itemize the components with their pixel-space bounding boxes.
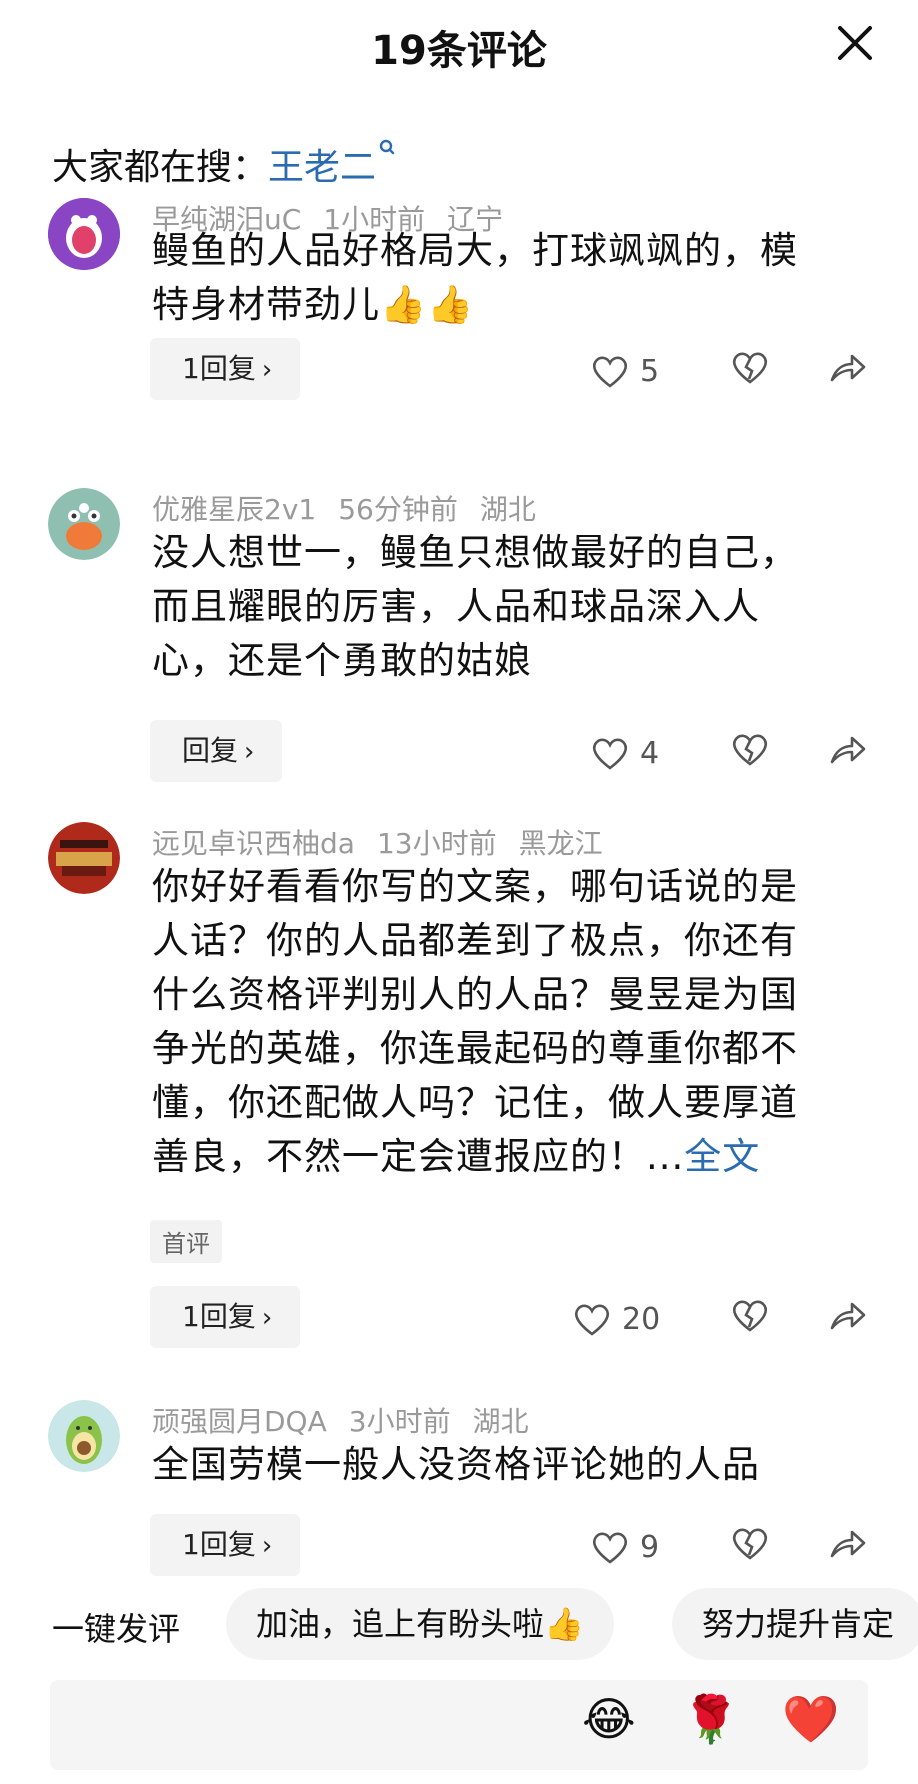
like-count: 20 — [622, 1301, 661, 1337]
comment-time: 56分钟前 — [338, 493, 458, 526]
share-icon[interactable] — [828, 732, 868, 772]
avatar[interactable] — [48, 822, 120, 894]
quick-comment-chip[interactable]: 加油，追上有盼头啦👍 — [226, 1588, 614, 1660]
search-suggestion: 大家都在搜：王老二 — [52, 138, 396, 190]
avatar[interactable] — [48, 1400, 120, 1472]
share-icon[interactable] — [828, 1298, 868, 1338]
search-label: 大家都在搜： — [52, 147, 269, 188]
comment-meta: 优雅星辰2v1 56分钟前 湖北 — [152, 488, 558, 528]
comment-username[interactable]: 优雅星辰2v1 — [152, 493, 316, 526]
reply-button[interactable]: 1回复 › — [150, 1514, 301, 1576]
like-button[interactable]: 9 — [590, 1522, 659, 1572]
broken-heart-icon[interactable] — [730, 1296, 770, 1338]
like-count: 9 — [640, 1529, 660, 1565]
comment-text: 你好好看看你写的文案，哪句话说的是 人话？你的人品都差到了极点，你还有 什么资格… — [152, 865, 798, 1178]
share-icon[interactable] — [828, 1526, 868, 1566]
comments-title: 19条评论 — [371, 28, 547, 74]
like-count: 5 — [640, 353, 660, 389]
reply-button[interactable]: 1回复 › — [150, 338, 301, 400]
comment-input-bar: 😂 🌹 ❤️ — [50, 1680, 868, 1770]
comment-time: 13小时前 — [376, 827, 497, 860]
heart-icon — [592, 738, 628, 770]
broken-heart-icon[interactable] — [730, 730, 770, 772]
broken-heart-icon[interactable] — [730, 348, 770, 390]
rose-emoji-icon[interactable]: 🌹 — [682, 1692, 739, 1747]
comment-input[interactable] — [76, 1704, 500, 1748]
chevron-right-icon: › — [244, 737, 255, 767]
heart-emoji-icon[interactable]: ❤️ — [782, 1692, 839, 1747]
reply-button[interactable]: 回复 › — [150, 720, 283, 782]
comment-location: 湖北 — [472, 1405, 529, 1438]
share-icon[interactable] — [828, 350, 868, 390]
quick-comment-row: 一键发评 加油，追上有盼头啦👍 努力提升肯定 — [0, 1588, 918, 1660]
comment-meta: 远见卓识西柚da 13小时前 黑龙江 — [152, 822, 625, 862]
first-comment-badge: 首评 — [150, 1220, 222, 1263]
search-icon — [379, 139, 395, 155]
broken-heart-icon[interactable] — [730, 1524, 770, 1566]
reply-button[interactable]: 1回复 › — [150, 1286, 301, 1348]
expand-full-text-link[interactable]: 全文 — [684, 1135, 760, 1178]
quick-comment-label: 一键发评 — [52, 1610, 181, 1648]
chevron-right-icon: › — [261, 1303, 273, 1333]
search-keyword-link[interactable]: 王老二 — [268, 139, 396, 188]
chevron-right-icon: › — [261, 355, 273, 385]
avatar[interactable] — [48, 198, 120, 270]
comment-time: 3小时前 — [348, 1405, 451, 1438]
like-count: 4 — [640, 735, 660, 771]
comment-location: 黑龙江 — [518, 827, 603, 860]
like-button[interactable]: 5 — [590, 346, 659, 396]
like-button[interactable]: 4 — [590, 728, 659, 778]
heart-icon — [574, 1304, 610, 1336]
comment-username[interactable]: 顽强圆月DQA — [152, 1405, 327, 1438]
comment-text: 没人想世一，鳗鱼只想做最好的自己， 而且耀眼的厉害，人品和球品深入人 心，还是个… — [152, 531, 798, 682]
avatar[interactable] — [48, 488, 120, 560]
comment-username[interactable]: 远见卓识西柚da — [152, 827, 355, 860]
heart-icon — [592, 356, 628, 388]
like-button[interactable]: 20 — [572, 1294, 660, 1344]
comment-meta: 顽强圆月DQA 3小时前 湖北 — [152, 1400, 551, 1440]
comment-text: 鳗鱼的人品好格局大，打球飒飒的，模 特身材带劲儿👍👍 — [152, 229, 798, 326]
comment-location: 湖北 — [479, 493, 536, 526]
heart-icon — [592, 1532, 628, 1564]
comments-header: 19条评论 — [0, 0, 918, 90]
quick-comment-chip[interactable]: 努力提升肯定 — [672, 1588, 918, 1660]
close-icon[interactable] — [832, 20, 878, 66]
laughing-emoji-icon[interactable]: 😂 — [582, 1692, 636, 1746]
chevron-right-icon: › — [261, 1531, 273, 1561]
comment-text: 全国劳模一般人没资格评论她的人品 — [152, 1443, 760, 1486]
